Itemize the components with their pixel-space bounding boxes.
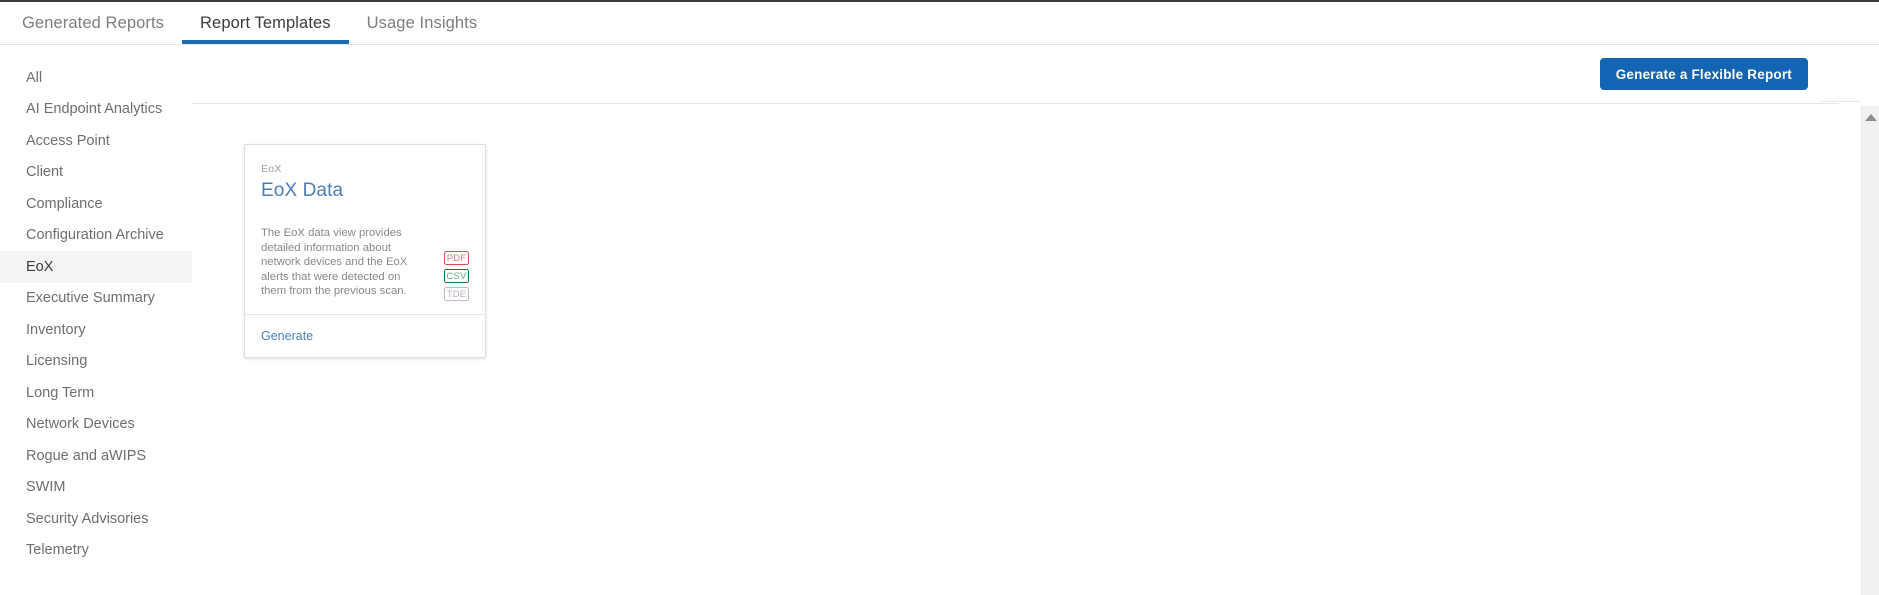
sidebar-item-label: EoX <box>26 258 54 275</box>
tab-label: Usage Insights <box>366 13 478 32</box>
sidebar-item-configuration-archive[interactable]: Configuration Archive <box>0 220 192 252</box>
sidebar-item-label: Telemetry <box>26 542 89 559</box>
tab-usage-insights[interactable]: Usage Insights <box>349 2 496 44</box>
sidebar-item-label: Configuration Archive <box>26 227 164 244</box>
tab-label: Generated Reports <box>22 13 165 32</box>
sidebar-item-label: All <box>26 69 43 86</box>
sidebar-item-telemetry[interactable]: Telemetry <box>0 535 192 567</box>
card-generate-link[interactable]: Generate <box>261 329 313 343</box>
sidebar-item-label: Long Term <box>26 384 95 401</box>
sidebar-item-label: Inventory <box>26 321 86 338</box>
sidebar-item-executive-summary[interactable]: Executive Summary <box>0 283 192 315</box>
sidebar-item-ai-endpoint-analytics[interactable]: AI Endpoint Analytics <box>0 94 192 126</box>
format-badge-pdf[interactable]: PDF <box>444 251 469 265</box>
scrollbar-top-divider <box>1821 101 1861 102</box>
sidebar-item-label: Executive Summary <box>26 290 155 307</box>
sidebar-item-network-devices[interactable]: Network Devices <box>0 409 192 441</box>
sidebar-item-label: Rogue and aWIPS <box>26 447 147 464</box>
templates-toolbar: Generate a Flexible Report <box>192 45 1839 103</box>
sidebar-item-label: Network Devices <box>26 416 135 433</box>
sidebar-item-label: Compliance <box>26 195 103 212</box>
sidebar-item-licensing[interactable]: Licensing <box>0 346 192 378</box>
sidebar-item-inventory[interactable]: Inventory <box>0 314 192 346</box>
sidebar-item-label: Security Advisories <box>26 510 149 527</box>
tab-generated-reports[interactable]: Generated Reports <box>4 2 182 44</box>
primary-tabbar: Generated Reports Report Templates Usage I… <box>0 2 1879 44</box>
sidebar-item-all[interactable]: All <box>0 62 192 94</box>
sidebar-item-label: Access Point <box>26 132 110 149</box>
sidebar-item-eox[interactable]: EoX <box>0 251 192 283</box>
sidebar-item-long-term[interactable]: Long Term <box>0 377 192 409</box>
sidebar-item-swim[interactable]: SWIM <box>0 472 192 504</box>
main-panel: Generate a Flexible Report EoX EoX Data Th… <box>192 45 1839 595</box>
sidebar-item-label: SWIM <box>26 479 66 496</box>
sidebar-item-label: AI Endpoint Analytics <box>26 101 163 118</box>
report-template-card[interactable]: EoX EoX Data The EoX data view provides de… <box>244 144 486 358</box>
tab-label: Report Templates <box>200 13 331 32</box>
scroll-up-arrow-icon[interactable] <box>1864 114 1877 121</box>
sidebar-item-security-advisories[interactable]: Security Advisories <box>0 503 192 535</box>
format-badge-tde[interactable]: TDE <box>444 287 469 301</box>
category-sidebar: All AI Endpoint Analytics Access Point Clie… <box>0 45 192 595</box>
vertical-scrollbar[interactable] <box>1861 106 1879 595</box>
sidebar-item-compliance[interactable]: Compliance <box>0 188 192 220</box>
card-description-row: The EoX data view provides detailed info… <box>261 226 469 301</box>
card-title: EoX Data <box>261 180 344 201</box>
card-category-label: EoX <box>261 163 282 175</box>
sidebar-item-label: Licensing <box>26 353 88 370</box>
generate-flexible-report-button[interactable]: Generate a Flexible Report <box>1599 58 1808 90</box>
tab-report-templates[interactable]: Report Templates <box>182 2 349 44</box>
card-description: The EoX data view provides detailed info… <box>261 227 408 298</box>
card-body: EoX EoX Data The EoX data view provides de… <box>245 145 485 314</box>
card-format-badges: PDF CSV TDE <box>444 251 469 301</box>
format-badge-csv[interactable]: CSV <box>444 269 469 283</box>
sidebar-item-client[interactable]: Client <box>0 157 192 189</box>
report-template-card-grid: EoX EoX Data The EoX data view provides de… <box>192 104 1839 595</box>
card-footer: Generate <box>245 314 485 357</box>
sidebar-item-access-point[interactable]: Access Point <box>0 125 192 157</box>
sidebar-item-label: Client <box>26 164 64 181</box>
sidebar-item-rogue-and-awips[interactable]: Rogue and aWIPS <box>0 440 192 472</box>
